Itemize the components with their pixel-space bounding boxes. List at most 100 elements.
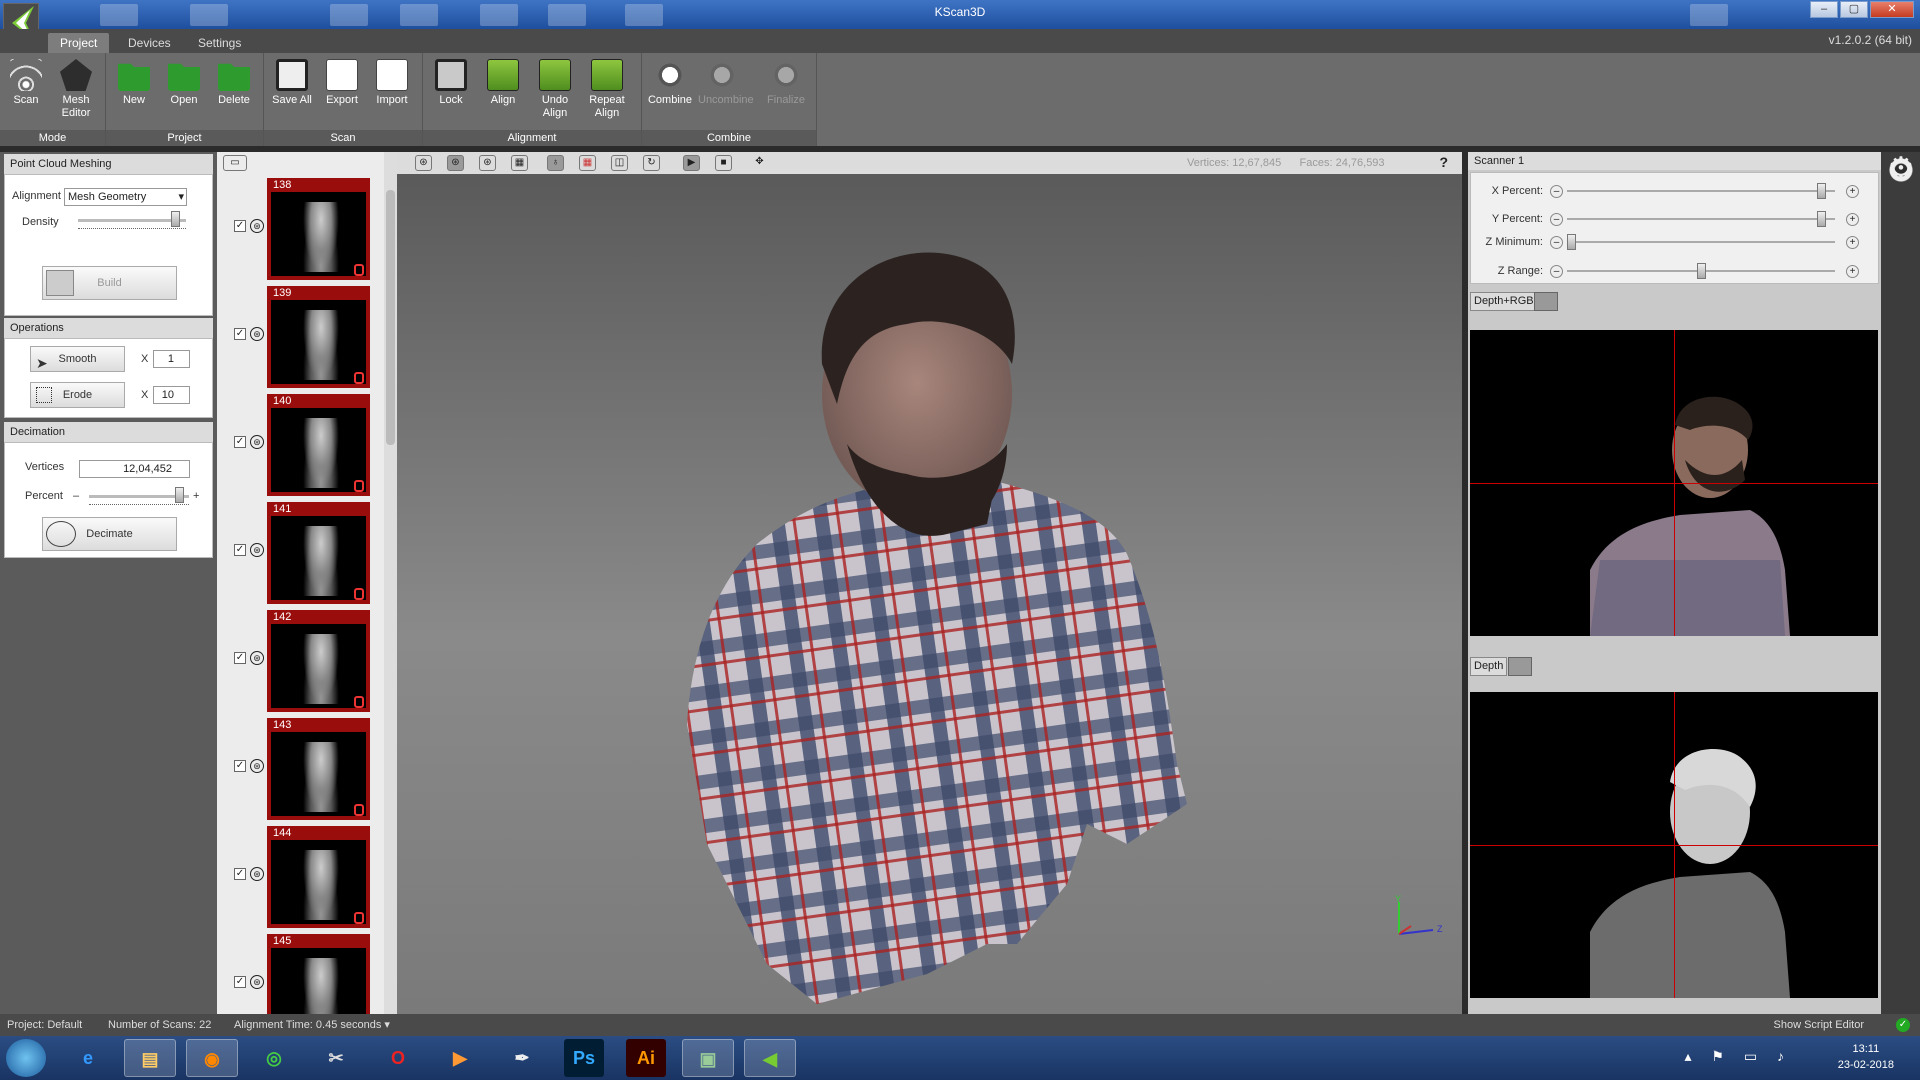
scan-list-item[interactable]: ✓ ⊛ 139 xyxy=(217,284,397,392)
lock-icon[interactable] xyxy=(354,480,364,492)
view-points-icon[interactable]: ⊛ xyxy=(415,155,432,171)
scan-visibility-checkbox[interactable]: ✓ xyxy=(234,760,246,772)
scan-thumbnail[interactable]: 141 xyxy=(267,502,370,604)
minimize-button[interactable]: – xyxy=(1810,1,1838,18)
light-icon[interactable]: ♁ xyxy=(547,155,564,171)
stop-icon[interactable]: ■ xyxy=(715,155,732,171)
scan-view-icon[interactable]: ⊛ xyxy=(250,975,264,989)
scan-list-item[interactable]: ✓ ⊛ 138 xyxy=(217,176,397,284)
z-range-decrease-icon[interactable]: – xyxy=(1550,265,1563,278)
gear-icon[interactable]: ⚙ xyxy=(1885,154,1917,186)
erode-iterations-stepper[interactable]: 10 xyxy=(153,386,190,404)
media-player-icon[interactable]: ▶ xyxy=(434,1039,486,1077)
percent-decrease-icon[interactable]: – xyxy=(73,490,79,502)
open-button[interactable]: Open xyxy=(160,55,208,127)
scan-thumbnail[interactable]: 140 xyxy=(267,394,370,496)
y-percent-slider-handle[interactable] xyxy=(1816,211,1826,227)
scan-visibility-checkbox[interactable]: ✓ xyxy=(234,220,246,232)
lock-icon[interactable] xyxy=(354,264,364,276)
kscan3d-taskbar-icon[interactable]: ◀ xyxy=(744,1039,796,1077)
snapshot-icon[interactable]: ▭ xyxy=(223,155,247,171)
bounding-box-icon[interactable]: ◫ xyxy=(611,155,628,171)
scan-view-icon[interactable]: ⊛ xyxy=(250,219,264,233)
scan-view-icon[interactable]: ⊛ xyxy=(250,543,264,557)
3d-viewport[interactable]: Y Z xyxy=(397,174,1462,1014)
move-icon[interactable]: ✥ xyxy=(751,155,768,171)
alignment-select[interactable]: Mesh Geometry ▾ xyxy=(64,188,187,206)
system-tray[interactable]: ▴ ⚑ ▭ ♪ xyxy=(1685,1048,1792,1065)
firefox-icon[interactable]: ◉ xyxy=(186,1039,238,1077)
density-slider[interactable] xyxy=(78,219,186,222)
scan-list-item[interactable]: ✓ ⊛ 144 xyxy=(217,824,397,932)
x-percent-slider-handle[interactable] xyxy=(1816,183,1826,199)
paint-icon[interactable]: ✂ xyxy=(310,1039,362,1077)
new-button[interactable]: New xyxy=(110,55,158,127)
scan-visibility-checkbox[interactable]: ✓ xyxy=(234,976,246,988)
scan-list-item[interactable]: ✓ ⊛ 141 xyxy=(217,500,397,608)
scan-thumbnail[interactable]: 143 xyxy=(267,718,370,820)
z-minimum-slider-handle[interactable] xyxy=(1567,234,1576,250)
lock-icon[interactable] xyxy=(354,588,364,600)
percent-increase-icon[interactable]: + xyxy=(193,490,199,502)
smooth-iterations-stepper[interactable]: 1 xyxy=(153,350,190,368)
scan-thumbnail[interactable]: 139 xyxy=(267,286,370,388)
scan-thumbnail[interactable]: 144 xyxy=(267,826,370,928)
scan-visibility-checkbox[interactable]: ✓ xyxy=(234,652,246,664)
view-mesh-icon[interactable]: ⊛ xyxy=(447,155,464,171)
save-all-button[interactable]: Save All xyxy=(268,55,316,127)
color-grid-icon[interactable]: ▦ xyxy=(579,155,596,171)
finalize-button[interactable]: Finalize xyxy=(762,55,810,127)
y-percent-slider[interactable] xyxy=(1567,218,1835,220)
x-percent-increase-icon[interactable]: + xyxy=(1846,185,1859,198)
import-button[interactable]: Import xyxy=(368,55,416,127)
tab-project[interactable]: Project xyxy=(48,33,110,53)
z-range-slider-handle[interactable] xyxy=(1697,263,1706,279)
scan-list-item[interactable]: ✓ ⊛ 140 xyxy=(217,392,397,500)
scan-view-icon[interactable]: ⊛ xyxy=(250,651,264,665)
chrome-icon[interactable]: ◎ xyxy=(248,1039,300,1077)
view-wireframe-icon[interactable]: ⊛ xyxy=(479,155,496,171)
clock[interactable]: 13:11 23-02-2018 xyxy=(1838,1041,1894,1073)
view-grid-icon[interactable]: ▦ xyxy=(511,155,528,171)
scan-thumbnail[interactable]: 142 xyxy=(267,610,370,712)
scan-view-icon[interactable]: ⊛ xyxy=(250,435,264,449)
system-monitor-icon[interactable]: ▣ xyxy=(682,1039,734,1077)
internet-explorer-icon[interactable]: e xyxy=(62,1039,114,1077)
export-button[interactable]: Export xyxy=(318,55,366,127)
z-range-increase-icon[interactable]: + xyxy=(1846,265,1859,278)
lock-button[interactable]: Lock xyxy=(427,55,475,127)
help-icon[interactable]: ? xyxy=(1439,154,1448,170)
scan-visibility-checkbox[interactable]: ✓ xyxy=(234,544,246,556)
scan-visibility-checkbox[interactable]: ✓ xyxy=(234,436,246,448)
erode-button[interactable]: Erode xyxy=(30,382,125,408)
x-percent-decrease-icon[interactable]: – xyxy=(1550,185,1563,198)
smooth-button[interactable]: ➤ Smooth xyxy=(30,346,125,372)
scan-view-icon[interactable]: ⊛ xyxy=(250,327,264,341)
lock-icon[interactable] xyxy=(354,804,364,816)
scan-list-item[interactable]: ✓ ⊛ 142 xyxy=(217,608,397,716)
depth-rgb-tab[interactable]: Depth+RGB xyxy=(1470,292,1538,311)
percent-slider[interactable] xyxy=(89,495,189,498)
y-percent-increase-icon[interactable]: + xyxy=(1846,213,1859,226)
rotate-icon[interactable]: ↻ xyxy=(643,155,660,171)
camera-icon[interactable] xyxy=(1508,657,1532,676)
align-button[interactable]: Align xyxy=(479,55,527,127)
file-explorer-icon[interactable]: ▤ xyxy=(124,1039,176,1077)
play-icon[interactable]: ▶ xyxy=(683,155,700,171)
scan-view-icon[interactable]: ⊛ xyxy=(250,759,264,773)
uncombine-button[interactable]: Uncombine xyxy=(698,55,754,127)
show-script-editor-link[interactable]: Show Script Editor xyxy=(1774,1014,1864,1036)
z-minimum-increase-icon[interactable]: + xyxy=(1846,236,1859,249)
illustrator-icon[interactable]: Ai xyxy=(626,1039,666,1077)
opera-icon[interactable]: O xyxy=(372,1039,424,1077)
inkscape-icon[interactable]: ✒ xyxy=(496,1039,548,1077)
z-minimum-slider[interactable] xyxy=(1567,241,1835,243)
depth-tab[interactable]: Depth xyxy=(1470,657,1508,676)
tab-devices[interactable]: Devices xyxy=(116,33,183,53)
y-percent-decrease-icon[interactable]: – xyxy=(1550,213,1563,226)
undo-align-button[interactable]: Undo Align xyxy=(531,55,579,127)
start-orb-icon[interactable] xyxy=(6,1039,46,1077)
repeat-align-button[interactable]: Repeat Align xyxy=(583,55,631,127)
maximize-button[interactable]: ▢ xyxy=(1840,1,1868,18)
combine-button[interactable]: Combine xyxy=(646,55,694,127)
